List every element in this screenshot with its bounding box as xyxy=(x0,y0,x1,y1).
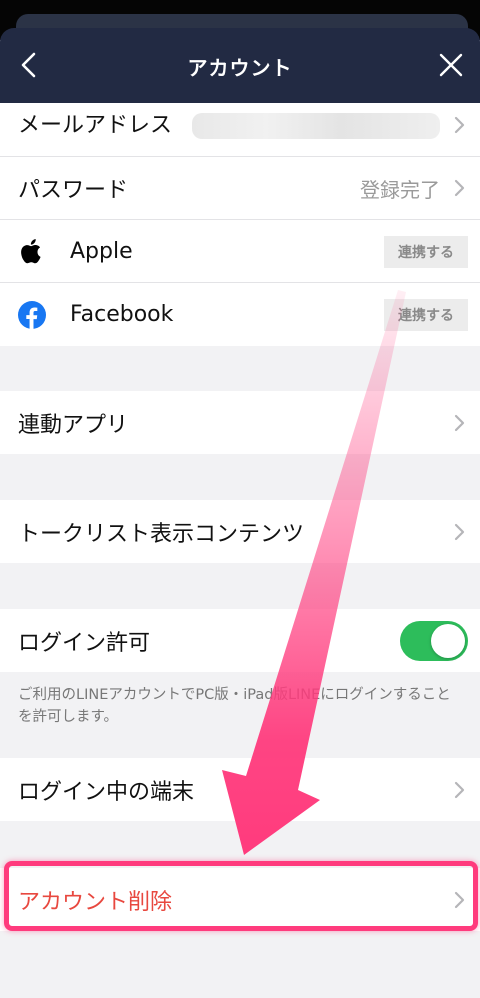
chevron-right-icon xyxy=(454,116,465,133)
linked-apps-label: 連動アプリ xyxy=(18,412,129,438)
close-button[interactable] xyxy=(436,50,466,80)
chevron-right-icon xyxy=(454,414,465,431)
chevron-right-icon xyxy=(454,891,465,908)
logged-in-devices-row[interactable]: ログイン中の端末 xyxy=(0,758,480,821)
password-row[interactable]: パスワード 登録完了 xyxy=(0,157,480,220)
nav-header: アカウント xyxy=(0,28,480,103)
login-permission-row: ログイン許可 xyxy=(0,609,480,672)
talk-list-row[interactable]: トークリスト表示コンテンツ xyxy=(0,500,480,563)
close-icon xyxy=(439,53,463,77)
linked-apps-row[interactable]: 連動アプリ xyxy=(0,391,480,454)
email-row[interactable]: メールアドレス xyxy=(0,103,480,157)
facebook-icon xyxy=(18,300,46,329)
logged-in-devices-label: ログイン中の端末 xyxy=(18,779,195,805)
talk-list-label: トークリスト表示コンテンツ xyxy=(18,521,305,547)
chevron-right-icon xyxy=(454,179,465,197)
email-value-blurred xyxy=(192,113,440,139)
apple-row: Apple 連携する xyxy=(0,220,480,283)
account-group: メールアドレス パスワード 登録完了 Apple 連携する Facebook 連… xyxy=(0,103,480,346)
apple-icon xyxy=(18,237,46,265)
apple-link-button[interactable]: 連携する xyxy=(384,236,468,268)
talk-list-group: トークリスト表示コンテンツ xyxy=(0,500,480,563)
login-permission-group: ログイン許可 xyxy=(0,609,480,672)
facebook-link-button[interactable]: 連携する xyxy=(384,299,468,331)
facebook-row: Facebook 連携する xyxy=(0,283,480,346)
delete-account-group: アカウント削除 xyxy=(0,868,480,931)
page-title: アカウント xyxy=(187,56,293,80)
linked-apps-group: 連動アプリ xyxy=(0,391,480,454)
chevron-right-icon xyxy=(454,523,465,540)
password-value: 登録完了 xyxy=(360,177,440,202)
delete-account-row[interactable]: アカウント削除 xyxy=(0,868,480,931)
login-permission-note: ご利用のLINEアカウントでPC版・iPad版LINEにログインすることを許可し… xyxy=(18,687,451,725)
login-permission-toggle[interactable] xyxy=(400,621,468,661)
settings-content: メールアドレス パスワード 登録完了 Apple 連携する Facebook 連… xyxy=(0,103,480,998)
devices-group: ログイン中の端末 xyxy=(0,758,480,821)
chevron-right-icon xyxy=(454,781,465,798)
delete-account-label: アカウント削除 xyxy=(18,889,173,915)
login-permission-label: ログイン許可 xyxy=(18,630,151,656)
